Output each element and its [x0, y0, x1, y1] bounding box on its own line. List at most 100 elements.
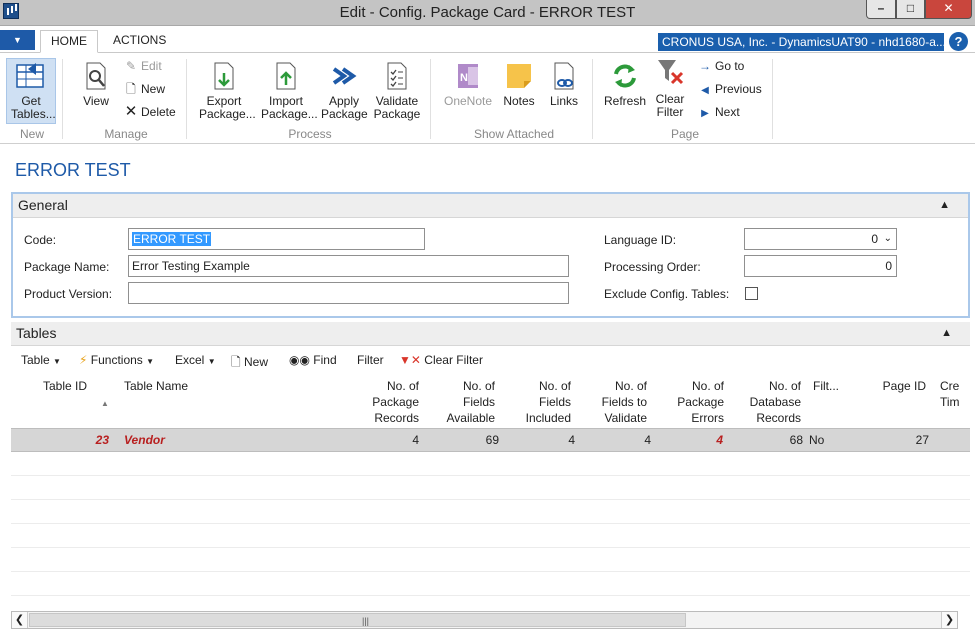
- col-fields-included[interactable]: No. of Fields Included: [519, 378, 571, 426]
- col-page-id[interactable]: Page ID: [873, 378, 926, 394]
- cell-pkg-records[interactable]: 4: [367, 433, 419, 447]
- import-package-label: Import Package...: [261, 94, 318, 121]
- functions-menu[interactable]: ⚡ Functions ▼: [79, 353, 154, 367]
- general-header[interactable]: General ▲: [13, 194, 968, 218]
- onenote-button[interactable]: N OneNote: [440, 61, 496, 108]
- horizontal-scrollbar[interactable]: ❮ ||| ❯: [11, 611, 958, 629]
- close-button[interactable]: ✕: [925, 0, 972, 19]
- new-button[interactable]: 🗋 New: [124, 80, 165, 98]
- cell-package-errors[interactable]: 4: [671, 433, 723, 447]
- cell-filter[interactable]: No: [809, 433, 824, 447]
- minimize-button[interactable]: –: [866, 0, 896, 19]
- cell-fields-included[interactable]: 4: [519, 433, 575, 447]
- view-button[interactable]: View: [76, 61, 116, 108]
- previous-button[interactable]: ◀ Previous: [698, 80, 762, 98]
- export-package-button[interactable]: Export Package...: [196, 61, 256, 121]
- ribbon-separator: [62, 59, 63, 139]
- group-manage-label: Manage: [104, 127, 148, 141]
- excel-menu[interactable]: Excel ▼: [175, 353, 216, 367]
- get-tables-button[interactable]: Get Tables...: [6, 58, 56, 124]
- links-button[interactable]: Links: [546, 61, 582, 108]
- import-package-button[interactable]: Import Package...: [258, 61, 318, 121]
- clear-filter-button[interactable]: Clear Filter: [652, 57, 688, 119]
- package-name-field[interactable]: Error Testing Example: [128, 255, 569, 277]
- arrow-right-icon: →: [699, 59, 711, 73]
- grip-icon: |||: [362, 616, 370, 626]
- find-button[interactable]: ◉◉ Find: [289, 353, 337, 367]
- tab-home[interactable]: HOME: [40, 30, 98, 53]
- view-label: View: [83, 94, 109, 108]
- table-menu[interactable]: Table ▼: [21, 353, 61, 367]
- new-label: New: [141, 82, 166, 96]
- clear-filter-icon: [658, 60, 684, 85]
- col-table-name[interactable]: Table Name: [124, 378, 188, 394]
- code-field-value: ERROR TEST: [132, 232, 212, 246]
- ribbon-separator: [186, 59, 187, 139]
- refresh-label: Refresh: [603, 94, 647, 108]
- processing-order-field[interactable]: 0: [744, 255, 897, 277]
- onenote-icon: N: [458, 64, 478, 88]
- row-divider: [11, 571, 970, 572]
- clear-filter-link[interactable]: ▼✕ Clear Filter: [399, 353, 483, 367]
- chevron-down-icon[interactable]: ⌄: [884, 229, 892, 249]
- col-table-id[interactable]: Table ID ▲: [43, 378, 109, 412]
- edit-label: Edit: [141, 59, 162, 73]
- scroll-left-icon[interactable]: ❮: [12, 612, 28, 628]
- scroll-right-icon[interactable]: ❯: [941, 612, 957, 628]
- cell-fields-to-validate[interactable]: 4: [595, 433, 651, 447]
- language-id-field[interactable]: 0 ⌄: [744, 228, 897, 250]
- col-fields-to-validate[interactable]: No. of Fields to Validate: [595, 378, 647, 426]
- functions-menu-label: Functions: [90, 353, 143, 367]
- tables-grid: Table ID ▲ Table Name No. of Package Reco…: [11, 374, 970, 609]
- col-created-time[interactable]: Cre Tim: [940, 378, 964, 410]
- validate-package-button[interactable]: Validate Package: [372, 61, 422, 121]
- collapse-icon[interactable]: ▲: [941, 322, 952, 345]
- language-id-value: 0: [871, 232, 878, 246]
- binoculars-icon: ◉◉: [289, 353, 310, 367]
- table-row[interactable]: 23 Vendor 4 69 4 4 4 68 No 27: [11, 428, 970, 452]
- group-page-label: Page: [670, 127, 700, 141]
- collapse-icon[interactable]: ▲: [939, 194, 950, 217]
- group-show-attached-label: Show Attached: [473, 127, 555, 141]
- product-version-label: Product Version:: [24, 287, 113, 301]
- edit-button[interactable]: ✎ Edit: [124, 57, 162, 75]
- exclude-config-tables-checkbox[interactable]: [745, 287, 758, 300]
- apply-package-icon: [332, 67, 357, 85]
- help-icon[interactable]: ?: [949, 32, 968, 51]
- refresh-icon: [614, 64, 636, 88]
- filter-button[interactable]: Filter: [357, 353, 384, 367]
- svg-text:N: N: [460, 72, 468, 84]
- maximize-button[interactable]: □: [896, 0, 925, 19]
- refresh-button[interactable]: Refresh: [600, 61, 650, 108]
- group-process-label: Process: [288, 127, 332, 141]
- cell-table-id[interactable]: 23: [51, 433, 109, 447]
- cell-table-name[interactable]: Vendor: [124, 433, 165, 447]
- notes-label: Notes: [503, 94, 535, 108]
- app-menu-dropdown[interactable]: ▼: [0, 30, 35, 50]
- tab-actions[interactable]: ACTIONS: [103, 30, 176, 53]
- ribbon-separator: [592, 59, 593, 139]
- tables-header[interactable]: Tables ▲: [11, 322, 970, 346]
- next-button[interactable]: ▶ Next: [698, 103, 740, 121]
- delete-button[interactable]: ✕ Delete: [124, 103, 176, 121]
- processing-order-label: Processing Order:: [604, 260, 701, 274]
- col-fields-available[interactable]: No. of Fields Available: [443, 378, 495, 426]
- code-field[interactable]: ERROR TEST: [128, 228, 425, 250]
- lightning-icon: ⚡: [79, 353, 88, 367]
- col-database-records[interactable]: No. of Database Records: [747, 378, 801, 426]
- notes-button[interactable]: Notes: [500, 61, 538, 108]
- company-banner[interactable]: CRONUS USA, Inc. - DynamicsUAT90 - nhd16…: [658, 33, 944, 51]
- clear-filter-link-label: Clear Filter: [424, 353, 483, 367]
- cell-page-id[interactable]: 27: [873, 433, 929, 447]
- col-filter[interactable]: Filt...: [813, 378, 839, 394]
- tables-fasttab: Tables ▲: [11, 322, 970, 346]
- product-version-field[interactable]: [128, 282, 569, 304]
- goto-button[interactable]: → Go to: [698, 57, 744, 75]
- col-package-errors[interactable]: No. of Package Errors: [671, 378, 724, 426]
- table-new-button[interactable]: 🗋 New: [231, 353, 268, 374]
- scrollbar-thumb[interactable]: |||: [29, 613, 686, 627]
- apply-package-button[interactable]: Apply Package: [320, 61, 368, 121]
- cell-fields-available[interactable]: 69: [443, 433, 499, 447]
- col-pkg-records[interactable]: No. of Package Records: [367, 378, 419, 426]
- cell-database-records[interactable]: 68: [747, 433, 803, 447]
